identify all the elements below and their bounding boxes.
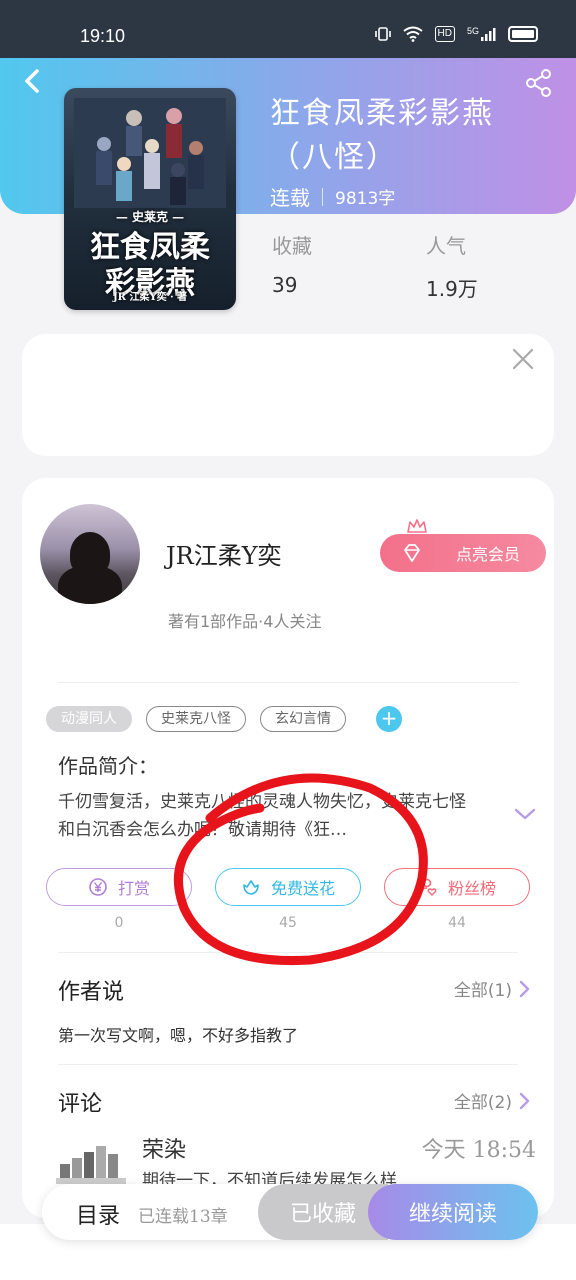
- signal-icon: 5G: [467, 26, 496, 42]
- tip-button[interactable]: 打赏 0: [46, 868, 192, 931]
- author-avatar[interactable]: [40, 504, 140, 604]
- close-icon: [512, 348, 534, 370]
- stat-value: 1.9万: [426, 277, 478, 301]
- status-icons: HD 5G: [374, 26, 538, 42]
- send-flower-label: 免费送花: [270, 879, 335, 898]
- author-name[interactable]: JR江柔Y奕: [166, 536, 282, 571]
- bottom-action-bar: 目录 已连载13章 已收藏 继续阅读: [42, 1184, 538, 1240]
- chevron-right-icon: [519, 1092, 530, 1109]
- chapter-count: 已连载13章: [138, 1207, 228, 1227]
- expand-intro-button[interactable]: [514, 806, 536, 820]
- intro-text: 千仞雪复活，史莱克八怪的灵魂人物失忆，史莱克七怪和白沉香会怎么办呢？敬请期待《狂…: [58, 792, 466, 840]
- comments-title: 评论: [58, 1092, 103, 1117]
- stat-collections: 收藏 39: [272, 230, 312, 297]
- add-tag-button[interactable]: +: [376, 706, 402, 732]
- divider: [58, 1064, 518, 1065]
- fans-count: 44: [448, 915, 466, 931]
- fans-ranking-button[interactable]: 粉丝榜 44: [384, 868, 530, 931]
- back-button[interactable]: [18, 66, 48, 96]
- battery-icon: [508, 26, 538, 42]
- chevron-right-icon: [519, 980, 530, 997]
- book-word-count: 9813字: [335, 189, 396, 209]
- intro-label: 作品简介：: [58, 754, 158, 778]
- author-say-more-label: 全部(1): [453, 981, 512, 1001]
- continue-reading-button[interactable]: 继续阅读: [368, 1184, 538, 1240]
- divider: [58, 952, 518, 953]
- vip-button[interactable]: 点亮会员: [380, 534, 546, 572]
- tag-item[interactable]: 动漫同人: [46, 706, 132, 732]
- comments-more-label: 全部(2): [453, 1093, 512, 1113]
- tip-count: 0: [114, 915, 124, 931]
- avatar-silhouette-body: [58, 566, 122, 604]
- tag-item[interactable]: 史莱克八怪: [146, 706, 246, 732]
- book-detail-card: JR江柔Y奕 著有1部作品·4人关注 点亮会员 动漫同人 史莱克八怪 玄幻言情 …: [22, 478, 554, 1218]
- catalog-button[interactable]: 目录: [76, 1198, 120, 1230]
- ad-banner: [22, 334, 554, 456]
- network-label: 5G: [466, 26, 479, 36]
- stat-label: 人气: [426, 234, 466, 258]
- fans-ranking-label: 粉丝榜: [447, 879, 496, 898]
- author-say-text: 第一次写文啊，嗯，不好多指教了: [58, 1026, 299, 1045]
- yen-coin-icon: [89, 878, 107, 896]
- stat-value: 39: [272, 273, 298, 297]
- stat-popularity: 人气 1.9万: [426, 230, 478, 302]
- send-flower-button[interactable]: 免费送花 45: [215, 868, 361, 931]
- cover-author: JR 江柔Y奕 · 著: [112, 292, 188, 303]
- chevron-left-icon: [25, 69, 39, 93]
- diamond-icon: [404, 544, 420, 562]
- author-say-title: 作者说: [58, 980, 125, 1005]
- fans-heart-icon: [420, 878, 437, 896]
- chevron-down-icon: [514, 808, 536, 820]
- close-ad-button[interactable]: [510, 346, 536, 372]
- status-bar: 19:10 HD 5G: [0, 0, 576, 58]
- vip-button-label: 点亮会员: [455, 545, 520, 564]
- author-say-more-button[interactable]: 全部(1): [454, 976, 530, 1001]
- author-subtitle: 著有1部作品·4人关注: [168, 612, 322, 631]
- tag-list: 动漫同人 史莱克八怪 玄幻言情 +: [46, 706, 402, 732]
- crown-icon: [407, 519, 427, 533]
- comments-more-button[interactable]: 全部(2): [454, 1088, 530, 1113]
- flower-count: 45: [279, 915, 297, 931]
- flower-icon: [243, 880, 259, 895]
- comment-time: 今天 18:54: [421, 1138, 536, 1163]
- cover-illustration: [74, 98, 226, 208]
- status-time: 19:10: [80, 26, 126, 46]
- vibrate-icon: [374, 27, 391, 41]
- tag-item[interactable]: 玄幻言情: [260, 706, 346, 732]
- wifi-icon: [402, 26, 423, 42]
- divider: [58, 682, 518, 683]
- book-meta: 连载 9813字: [270, 182, 395, 211]
- meta-divider: [322, 187, 323, 206]
- commenter-name[interactable]: 荣染: [142, 1132, 186, 1164]
- book-cover[interactable]: — 史莱克 — 狂食凤柔 彩影燕 JR 江柔Y奕 · 著: [64, 88, 236, 310]
- tip-label: 打赏: [117, 879, 150, 898]
- book-title: 狂食凤柔彩影燕（八怪）: [270, 96, 494, 175]
- hd-badge: HD: [434, 26, 455, 42]
- stat-label: 收藏: [272, 234, 312, 258]
- book-status: 连载: [270, 186, 310, 210]
